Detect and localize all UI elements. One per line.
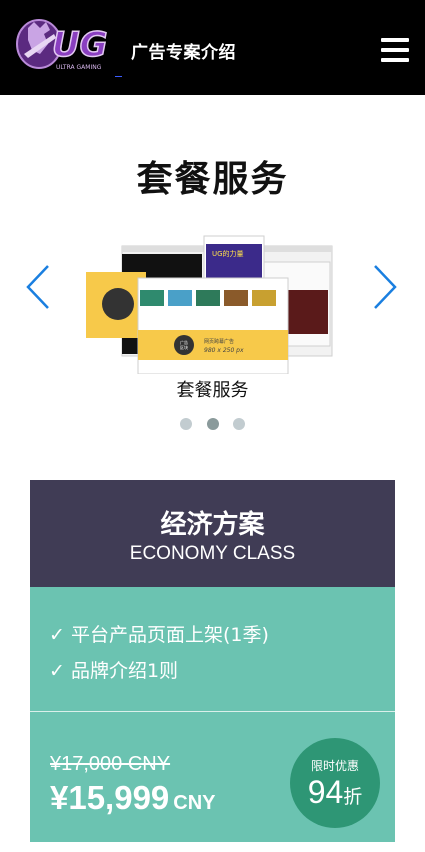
svg-text:ULTRA GAMING: ULTRA GAMING	[56, 64, 102, 71]
ug-logo[interactable]: UG ULTRA GAMING	[14, 14, 120, 74]
svg-text:UG: UG	[52, 25, 108, 65]
menu-bar	[381, 48, 409, 52]
svg-text:980 x 250 px: 980 x 250 px	[204, 347, 244, 354]
svg-text:网页跨幕广告: 网页跨幕广告	[204, 338, 234, 345]
carousel-dot[interactable]	[233, 418, 245, 430]
top-nav-bar: UG ULTRA GAMING 广告专案介绍	[0, 0, 425, 95]
svg-text:UG的力量: UG的力量	[212, 249, 244, 258]
discount-badge-value: 94折	[290, 774, 380, 811]
menu-bar	[381, 58, 409, 62]
plan-body: ✓ 平台产品页面上架(1季) ✓ 品牌介绍1则 ¥17,000 CNY ¥15,…	[30, 587, 395, 842]
hamburger-menu-icon[interactable]	[381, 38, 409, 62]
discount-number: 94	[307, 774, 344, 810]
plan-name: 经济方案	[160, 510, 265, 540]
chevron-left-icon[interactable]	[25, 264, 51, 310]
carousel-slide-image[interactable]: UG的力量 广告 区块 网页跨幕广告 980 x 250 px	[84, 234, 342, 374]
sale-price-currency: CNY	[173, 792, 216, 814]
plan-feature: ✓ 平台产品页面上架(1季)	[49, 624, 269, 646]
economy-plan-card[interactable]: 经济方案 ECONOMY CLASS ✓ 平台产品页面上架(1季) ✓ 品牌介绍…	[30, 480, 395, 842]
discount-badge-label: 限时优惠	[310, 759, 359, 773]
package-carousel: UG的力量 广告 区块 网页跨幕广告 980 x 250 px 套餐服务	[0, 228, 425, 438]
svg-text:区块: 区块	[180, 344, 188, 350]
logo-underline-mark	[115, 76, 122, 77]
sale-price-amount: ¥15,999	[50, 779, 170, 816]
page-title: 广告专案介绍	[131, 43, 236, 63]
discount-unit: 折	[343, 786, 363, 808]
carousel-dot-active[interactable]	[207, 418, 219, 430]
divider	[30, 711, 395, 712]
menu-bar	[381, 38, 409, 42]
original-price: ¥17,000 CNY	[50, 753, 171, 775]
plan-feature: ✓ 品牌介绍1则	[49, 660, 179, 682]
discount-badge: 限时优惠 94折	[290, 738, 380, 828]
section-heading: 套餐服务	[136, 159, 289, 200]
carousel-caption: 套餐服务	[176, 380, 249, 401]
carousel-pagination	[180, 418, 250, 430]
plan-header: 经济方案 ECONOMY CLASS	[30, 480, 395, 587]
plan-class-label: ECONOMY CLASS	[129, 543, 296, 564]
chevron-right-icon[interactable]	[372, 264, 398, 310]
carousel-dot[interactable]	[180, 418, 192, 430]
sale-price: ¥15,999 CNY	[50, 779, 216, 817]
